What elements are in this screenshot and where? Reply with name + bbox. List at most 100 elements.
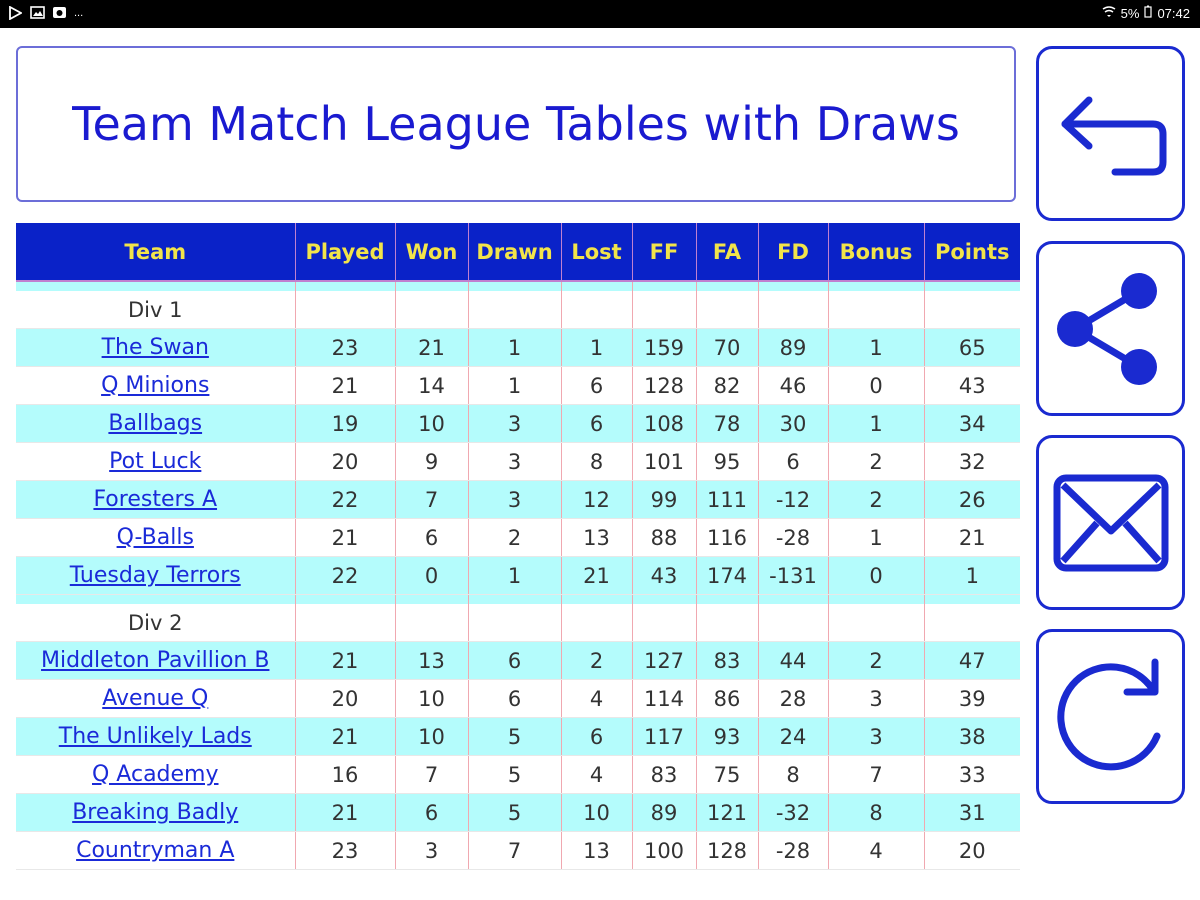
- drawn-cell: 6: [468, 641, 562, 680]
- drawn-cell: 5: [468, 755, 562, 794]
- points-cell: 26: [924, 480, 1020, 519]
- empty-cell: [758, 604, 829, 642]
- team-link[interactable]: Breaking Badly: [72, 800, 238, 825]
- spacer-cell: [828, 281, 925, 291]
- drawn-cell: 1: [468, 556, 562, 595]
- empty-cell: [828, 291, 925, 329]
- column-header-fd: FD: [758, 223, 829, 282]
- email-button[interactable]: [1036, 435, 1185, 610]
- played-cell: 21: [295, 366, 396, 405]
- table-header-row: Team Played Won Drawn Lost FF FA FD Bonus Points: [16, 223, 1020, 282]
- won-cell: 10: [395, 679, 469, 718]
- refresh-button[interactable]: [1036, 629, 1185, 804]
- drawn-cell: 3: [468, 404, 562, 443]
- cloud-icon: [52, 5, 67, 20]
- won-cell: 21: [395, 328, 469, 367]
- drawn-cell: 5: [468, 717, 562, 756]
- fa-cell: 93: [696, 717, 759, 756]
- empty-cell: [696, 604, 759, 642]
- spacer-cell: [468, 594, 562, 604]
- fd-cell: 6: [758, 442, 829, 481]
- bonus-cell: 7: [828, 755, 925, 794]
- played-cell: 21: [295, 518, 396, 557]
- drawn-cell: 6: [468, 679, 562, 718]
- bonus-cell: 1: [828, 518, 925, 557]
- spacer-cell: [758, 281, 829, 291]
- team-cell: Q Minions: [16, 366, 296, 405]
- empty-cell: [295, 291, 396, 329]
- team-cell: The Unlikely Lads: [16, 717, 296, 756]
- team-link[interactable]: The Swan: [102, 335, 209, 360]
- played-cell: 21: [295, 793, 396, 832]
- team-cell: Countryman A: [16, 831, 296, 870]
- drawn-cell: 3: [468, 480, 562, 519]
- ff-cell: 101: [632, 442, 697, 481]
- more-notifications: ...: [74, 6, 84, 19]
- bonus-cell: 4: [828, 831, 925, 870]
- fa-cell: 70: [696, 328, 759, 367]
- team-link[interactable]: Q-Balls: [117, 525, 194, 550]
- team-link[interactable]: Ballbags: [108, 411, 202, 436]
- empty-cell: [924, 291, 1020, 329]
- league-table: Team Played Won Drawn Lost FF FA FD Bonus Points …: [16, 223, 1020, 870]
- spacer-cell: [758, 594, 829, 604]
- back-button[interactable]: [1036, 46, 1185, 221]
- ff-cell: 159: [632, 328, 697, 367]
- table-row: Countryman A 23 3 7 13 100 128 -28 4 20: [16, 831, 1020, 870]
- points-cell: 1: [924, 556, 1020, 595]
- battery-icon: [1144, 5, 1153, 21]
- team-link[interactable]: The Unlikely Lads: [59, 724, 252, 749]
- division-row: Div 1: [16, 291, 1020, 329]
- ff-cell: 88: [632, 518, 697, 557]
- table-row: Breaking Badly 21 6 5 10 89 121 -32 8 31: [16, 793, 1020, 832]
- page-title: Team Match League Tables with Draws: [72, 97, 960, 151]
- points-cell: 21: [924, 518, 1020, 557]
- played-cell: 19: [295, 404, 396, 443]
- team-link[interactable]: Q Academy: [92, 762, 219, 787]
- ff-cell: 127: [632, 641, 697, 680]
- team-cell: Q Academy: [16, 755, 296, 794]
- team-cell: The Swan: [16, 328, 296, 367]
- team-link[interactable]: Pot Luck: [109, 449, 201, 474]
- bonus-cell: 3: [828, 717, 925, 756]
- fd-cell: 28: [758, 679, 829, 718]
- fd-cell: 46: [758, 366, 829, 405]
- team-link[interactable]: Q Minions: [101, 373, 209, 398]
- team-cell: Pot Luck: [16, 442, 296, 481]
- team-link[interactable]: Middleton Pavillion B: [41, 648, 269, 673]
- column-header-points: Points: [924, 223, 1020, 282]
- team-link[interactable]: Countryman A: [76, 838, 234, 863]
- team-cell: Tuesday Terrors: [16, 556, 296, 595]
- share-icon: [1056, 272, 1157, 385]
- bonus-cell: 1: [828, 404, 925, 443]
- fa-cell: 95: [696, 442, 759, 481]
- table-body: Div 1 The Swan 23 21 1 1 159 70 89 1 65 Q Minions 21…: [16, 281, 1020, 870]
- lost-cell: 13: [561, 831, 633, 870]
- drawn-cell: 2: [468, 518, 562, 557]
- fd-cell: 24: [758, 717, 829, 756]
- played-cell: 16: [295, 755, 396, 794]
- team-link[interactable]: Tuesday Terrors: [70, 563, 241, 588]
- drawn-cell: 5: [468, 793, 562, 832]
- team-link[interactable]: Avenue Q: [102, 686, 208, 711]
- lost-cell: 2: [561, 641, 633, 680]
- spacer-cell: [16, 281, 296, 291]
- status-bar-system: 5% 07:42: [1102, 5, 1190, 21]
- team-link[interactable]: Foresters A: [93, 487, 217, 512]
- battery-percent: 5%: [1120, 5, 1140, 21]
- share-button[interactable]: [1036, 241, 1185, 416]
- column-header-bonus: Bonus: [828, 223, 925, 282]
- team-cell: Avenue Q: [16, 679, 296, 718]
- division-row: Div 2: [16, 604, 1020, 642]
- ff-cell: 89: [632, 793, 697, 832]
- column-header-fa: FA: [696, 223, 759, 282]
- fa-cell: 75: [696, 755, 759, 794]
- fd-cell: 30: [758, 404, 829, 443]
- gallery-icon: [30, 5, 45, 20]
- ff-cell: 43: [632, 556, 697, 595]
- table-row: Avenue Q 20 10 6 4 114 86 28 3 39: [16, 679, 1020, 718]
- fd-cell: -28: [758, 831, 829, 870]
- email-icon: [1053, 474, 1168, 571]
- status-bar: ... 5% 07:42: [0, 0, 1200, 28]
- fa-cell: 128: [696, 831, 759, 870]
